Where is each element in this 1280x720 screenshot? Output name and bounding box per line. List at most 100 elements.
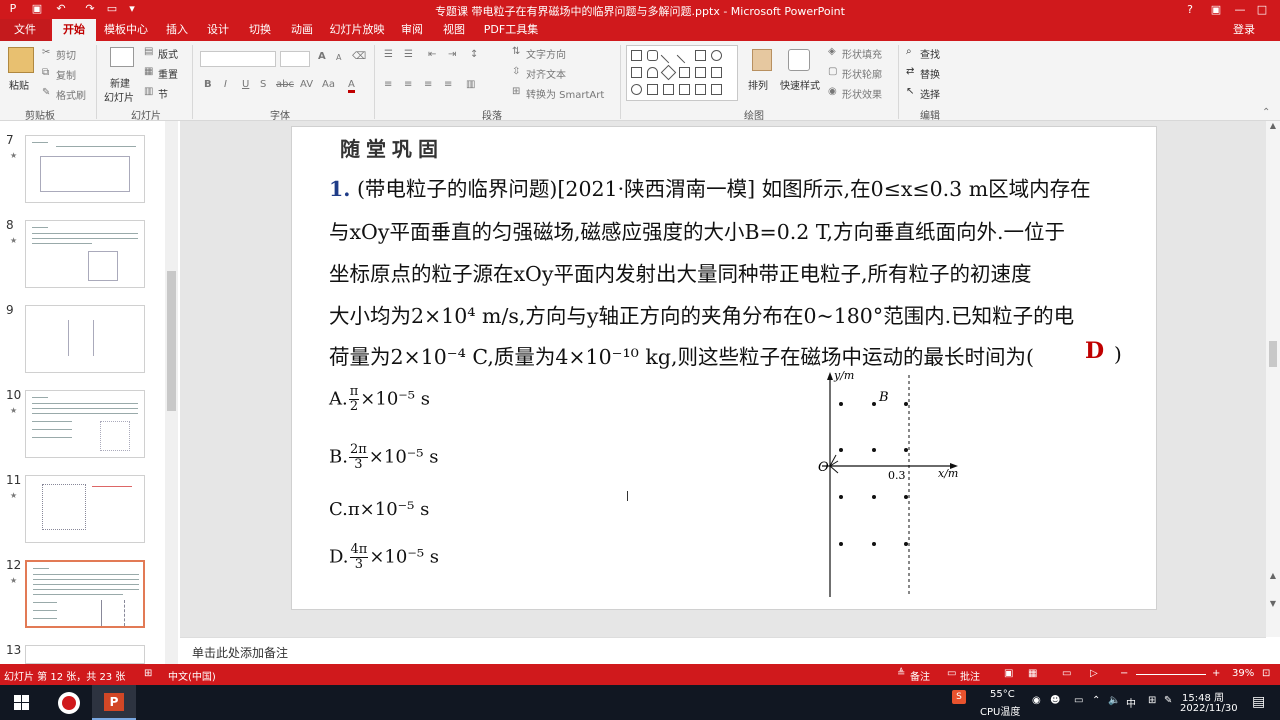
comments-button[interactable]: 批注 bbox=[960, 668, 980, 683]
tab-slideshow[interactable]: 幻灯片放映 bbox=[326, 19, 388, 41]
scroll-down-icon[interactable]: ▼ bbox=[1268, 599, 1278, 613]
slide-thumbnail-11[interactable] bbox=[25, 475, 145, 543]
people-tray-icon[interactable]: ☻ bbox=[1050, 695, 1060, 706]
new-slide-label-1[interactable]: 新建 bbox=[110, 75, 130, 90]
slide-thumbnail-10[interactable] bbox=[25, 390, 145, 458]
rectangle-shape-icon[interactable] bbox=[631, 50, 642, 61]
reset-icon[interactable]: ▦ bbox=[144, 66, 153, 77]
tab-insert[interactable]: 插入 bbox=[160, 19, 194, 41]
slide-thumbnail-13[interactable] bbox=[25, 645, 145, 664]
layout-icon[interactable]: ▤ bbox=[144, 46, 153, 57]
format-painter-icon[interactable]: ✎ bbox=[42, 87, 50, 98]
shape-effects-icon[interactable]: ◉ bbox=[828, 86, 837, 97]
scroll-up-icon[interactable]: ▲ bbox=[1268, 121, 1278, 135]
help-icon[interactable]: ? bbox=[1176, 0, 1204, 19]
quick-styles-button[interactable]: 快速样式 bbox=[780, 77, 820, 92]
cut-icon[interactable]: ✂ bbox=[42, 47, 50, 58]
new-slide-label-2[interactable]: 幻灯片 bbox=[104, 89, 134, 104]
select-button[interactable]: 选择 bbox=[920, 86, 940, 101]
zoom-slider[interactable] bbox=[1136, 674, 1206, 675]
slideshow-view-icon[interactable]: ▷ bbox=[1090, 668, 1098, 679]
layout-button[interactable]: 版式 bbox=[158, 46, 178, 61]
columns-icon[interactable]: ▥ bbox=[466, 79, 475, 90]
arrange-button[interactable]: 排列 bbox=[748, 77, 768, 92]
grow-font-button[interactable]: A bbox=[318, 51, 326, 62]
find-button[interactable]: 查找 bbox=[920, 46, 940, 61]
chevron-up-icon[interactable]: ⌃ bbox=[1092, 695, 1100, 706]
shrink-font-button[interactable]: A bbox=[336, 53, 341, 62]
notification-icon[interactable]: ▤ bbox=[1252, 694, 1265, 710]
powerpoint-taskbar-button[interactable]: P bbox=[92, 685, 136, 720]
shape-outline-icon[interactable]: ▢ bbox=[828, 66, 837, 77]
scrollbar-thumb[interactable] bbox=[1269, 341, 1277, 367]
shape-effects-button[interactable]: 形状效果 bbox=[842, 86, 882, 101]
numbering-icon[interactable]: ☰ bbox=[404, 49, 413, 60]
clock-date[interactable]: 2022/11/30 bbox=[1180, 703, 1238, 714]
section-icon[interactable]: ▥ bbox=[144, 86, 153, 97]
section-button[interactable]: 节 bbox=[158, 86, 168, 101]
change-case-button[interactable]: Aa bbox=[322, 79, 335, 90]
record-app-icon[interactable] bbox=[58, 692, 80, 714]
maximize-icon[interactable]: □ bbox=[1248, 0, 1276, 19]
notes-button[interactable]: 备注 bbox=[910, 668, 930, 683]
quick-styles-icon[interactable] bbox=[788, 49, 810, 71]
clear-format-icon[interactable]: ⌫ bbox=[352, 51, 366, 62]
slide-scrollbar[interactable]: ▲ ▲ ▼ bbox=[1266, 121, 1280, 637]
spell-check-icon[interactable]: ⊞ bbox=[144, 668, 152, 679]
notes-placeholder[interactable]: 单击此处添加备注 bbox=[192, 644, 288, 661]
tab-pdf-tools[interactable]: PDF工具集 bbox=[478, 19, 544, 41]
underline-button[interactable]: U bbox=[242, 79, 249, 90]
format-painter-button[interactable]: 格式刷 bbox=[56, 87, 86, 102]
notes-icon[interactable]: ≜ bbox=[897, 668, 905, 679]
paste-icon[interactable] bbox=[8, 47, 34, 73]
bracket-shape-icon[interactable] bbox=[679, 84, 690, 95]
oval-shape-icon[interactable] bbox=[711, 50, 722, 61]
network-icon[interactable]: ▭ bbox=[1074, 695, 1083, 706]
shape-outline-button[interactable]: 形状轮廓 bbox=[842, 66, 882, 81]
right-arrow-shape-icon[interactable] bbox=[679, 67, 690, 78]
reset-button[interactable]: 重置 bbox=[158, 66, 178, 81]
tab-animations[interactable]: 动画 bbox=[284, 19, 320, 41]
notes-pane[interactable]: 单击此处添加备注 bbox=[180, 637, 1266, 664]
scrollbar-thumb[interactable] bbox=[167, 271, 176, 411]
tab-review[interactable]: 审阅 bbox=[394, 19, 430, 41]
char-spacing-button[interactable]: AV bbox=[300, 79, 313, 90]
arrange-icon[interactable] bbox=[752, 49, 772, 71]
bullets-icon[interactable]: ☰ bbox=[384, 49, 393, 60]
align-text-icon[interactable]: ⇳ bbox=[512, 66, 520, 77]
arc-shape-icon[interactable] bbox=[647, 67, 658, 78]
text-direction-button[interactable]: 文字方向 bbox=[526, 46, 566, 61]
zoom-level[interactable]: 39% bbox=[1232, 668, 1254, 679]
paste-button[interactable]: 粘贴 bbox=[9, 77, 29, 92]
star-shape-icon[interactable] bbox=[663, 84, 674, 95]
current-slide[interactable]: 随堂巩固 1. (带电粒子的临界问题)[2021·陕西渭南一模] 如图所示,在0… bbox=[291, 126, 1157, 610]
rounded-rect-shape-icon[interactable] bbox=[647, 50, 658, 61]
diamond-shape-icon[interactable] bbox=[660, 64, 677, 81]
tab-home[interactable]: 开始 bbox=[52, 19, 96, 41]
italic-button[interactable]: I bbox=[224, 79, 227, 90]
brace-right-shape-icon[interactable] bbox=[695, 84, 706, 95]
clock-time[interactable]: 15:48 周 bbox=[1182, 689, 1224, 704]
ime-mode-icon[interactable]: ⊞ bbox=[1148, 695, 1156, 706]
justify-icon[interactable]: ≡ bbox=[444, 79, 452, 90]
font-color-button[interactable]: A bbox=[348, 79, 355, 93]
fit-slide-icon[interactable]: ⊡ bbox=[1262, 668, 1270, 679]
copy-icon[interactable]: ⧉ bbox=[42, 67, 49, 78]
slide-thumbnail-9[interactable] bbox=[25, 305, 145, 373]
align-right-icon[interactable]: ≡ bbox=[424, 79, 432, 90]
font-size-box[interactable] bbox=[280, 51, 310, 67]
select-icon[interactable]: ↖ bbox=[906, 86, 914, 97]
textbox-shape-icon[interactable] bbox=[631, 67, 642, 78]
increase-indent-icon[interactable]: ⇥ bbox=[448, 49, 456, 60]
copy-button[interactable]: 复制 bbox=[56, 67, 76, 82]
align-text-button[interactable]: 对齐文本 bbox=[526, 66, 566, 81]
volume-icon[interactable]: 🔈 bbox=[1108, 695, 1120, 706]
brace-shape-icon[interactable] bbox=[647, 84, 658, 95]
smartart-icon[interactable]: ⊞ bbox=[512, 86, 520, 97]
text-direction-icon[interactable]: ⇅ bbox=[512, 46, 520, 57]
shape-fill-button[interactable]: 形状填充 bbox=[842, 46, 882, 61]
language-indicator[interactable]: 中文(中国) bbox=[168, 668, 216, 683]
slide-thumbnail-8[interactable] bbox=[25, 220, 145, 288]
strikethrough-button[interactable]: abc bbox=[276, 79, 294, 90]
normal-view-icon[interactable]: ▣ bbox=[1004, 668, 1013, 679]
